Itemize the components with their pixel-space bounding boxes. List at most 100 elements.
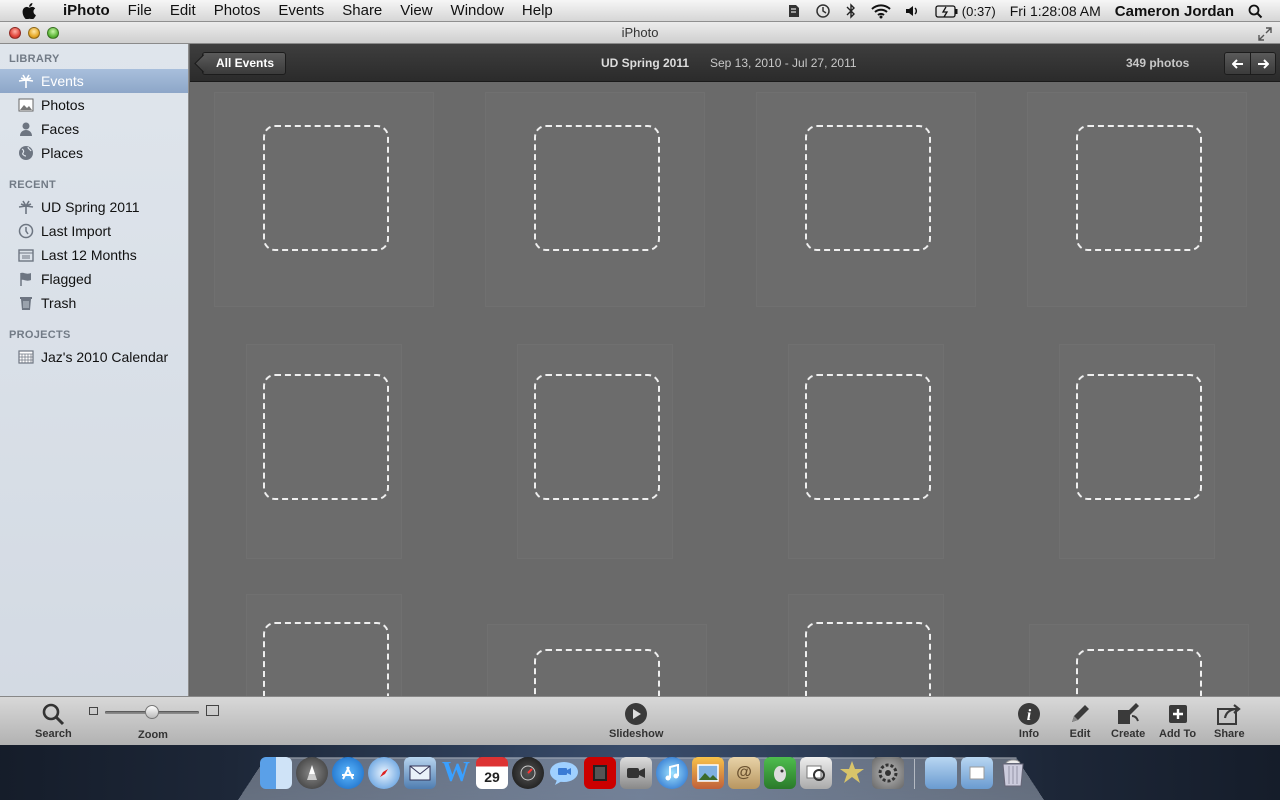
zoom-knob[interactable] (145, 705, 159, 719)
add-to-label: Add To (1159, 728, 1197, 740)
source-list: LIBRARY Events Photos Faces Places RECEN… (0, 44, 189, 696)
all-events-button[interactable]: All Events (202, 52, 287, 75)
previous-event-button[interactable] (1225, 53, 1250, 74)
battery-status[interactable]: (0:37) (928, 0, 1003, 22)
sidebar-item-photos[interactable]: Photos (0, 93, 188, 117)
zoom-small-icon (89, 707, 98, 715)
app-store-icon[interactable] (332, 757, 364, 789)
sidebar-item-last-import[interactable]: Last Import (0, 219, 188, 243)
add-to-button[interactable]: Add To (1159, 701, 1196, 740)
photo-cell[interactable] (1059, 344, 1215, 559)
wifi-icon[interactable] (864, 0, 898, 22)
volume-icon[interactable] (898, 0, 928, 22)
sidebar-item-places[interactable]: Places (0, 141, 188, 165)
photo-cell[interactable] (246, 594, 402, 696)
photo-cell[interactable] (756, 92, 976, 307)
ical-icon[interactable]: 29 (476, 757, 508, 789)
photo-cell[interactable] (517, 344, 673, 559)
sidebar-item-events[interactable]: Events (0, 69, 188, 93)
trash-dock-icon[interactable] (997, 757, 1029, 789)
sidebar-item-jaz-calendar[interactable]: Jaz's 2010 Calendar (0, 345, 188, 369)
bluetooth-icon[interactable] (838, 0, 864, 22)
photo-cell[interactable] (485, 92, 705, 307)
arrow-right-icon (1258, 58, 1269, 69)
photo-cell[interactable] (788, 344, 944, 559)
photo-cell[interactable] (487, 624, 707, 696)
edit-button[interactable]: Edit (1068, 701, 1092, 740)
imovie-icon[interactable] (836, 757, 868, 789)
search-button[interactable]: Search (35, 701, 72, 740)
menu-edit[interactable]: Edit (161, 0, 205, 22)
sidebar-item-last-12-months[interactable]: Last 12 Months (0, 243, 188, 267)
photo-cell[interactable] (246, 344, 402, 559)
menu-window[interactable]: Window (442, 0, 513, 22)
system-preferences-icon[interactable] (872, 757, 904, 789)
menu-view[interactable]: View (391, 0, 441, 22)
photo-placeholder (263, 374, 389, 500)
sidebar-item-faces[interactable]: Faces (0, 117, 188, 141)
evernote-icon[interactable] (764, 757, 796, 789)
zoom-button[interactable] (47, 27, 59, 39)
close-button[interactable] (9, 27, 21, 39)
apple-menu-icon[interactable] (18, 2, 40, 19)
photo-count: 349 photos (1126, 56, 1190, 70)
library-header: LIBRARY (9, 53, 60, 65)
applications-folder-icon[interactable] (925, 757, 957, 789)
edit-label: Edit (1069, 728, 1091, 740)
slideshow-button[interactable]: Slideshow (609, 701, 663, 740)
svg-text:i: i (1027, 707, 1032, 724)
photo-cell[interactable] (788, 594, 944, 696)
menu-share[interactable]: Share (333, 0, 391, 22)
preview-icon[interactable] (800, 757, 832, 789)
launchpad-icon[interactable] (296, 757, 328, 789)
ichat-icon[interactable] (548, 757, 580, 789)
menu-photos[interactable]: Photos (205, 0, 270, 22)
menu-bar: iPhoto File Edit Photos Events Share Vie… (0, 0, 1280, 22)
create-label: Create (1111, 728, 1146, 740)
menu-file[interactable]: File (119, 0, 161, 22)
palm-tree-icon (16, 72, 36, 90)
photo-cell[interactable] (1029, 624, 1249, 696)
info-button[interactable]: i Info (1017, 701, 1041, 740)
documents-folder-icon[interactable] (961, 757, 993, 789)
event-title: UD Spring 2011 (601, 56, 690, 70)
dashboard-icon[interactable] (512, 757, 544, 789)
create-button[interactable]: Create (1111, 701, 1145, 740)
window-titlebar[interactable]: iPhoto (0, 22, 1280, 44)
recent-header: RECENT (9, 179, 57, 191)
time-machine-icon[interactable] (808, 0, 838, 22)
menu-app-name[interactable]: iPhoto (54, 0, 119, 22)
itunes-icon[interactable] (656, 757, 688, 789)
word-icon[interactable]: W (440, 757, 472, 789)
sidebar-item-label: Photos (41, 97, 85, 113)
share-button[interactable]: Share (1214, 701, 1245, 740)
info-icon: i (1017, 701, 1041, 727)
minimize-button[interactable] (28, 27, 40, 39)
plus-box-icon (1167, 701, 1189, 727)
fullscreen-icon[interactable] (1258, 26, 1272, 41)
sidebar-item-trash[interactable]: Trash (0, 291, 188, 315)
menu-extras: (0:37) Fri 1:28:08 AM Cameron Jordan (778, 0, 1280, 22)
sidebar-item-label: Events (41, 73, 84, 89)
spotlight-icon[interactable] (1241, 0, 1270, 22)
address-book-icon[interactable]: @ (728, 757, 760, 789)
next-event-button[interactable] (1250, 53, 1275, 74)
photo-placeholder (534, 125, 660, 251)
sidebar-item-ud-spring-2011[interactable]: UD Spring 2011 (0, 195, 188, 219)
photo-cell[interactable] (214, 92, 434, 307)
mail-icon[interactable] (404, 757, 436, 789)
finder-icon[interactable] (260, 757, 292, 789)
slideshow-label: Slideshow (609, 728, 664, 740)
evernote-menu-icon[interactable] (778, 0, 808, 22)
menu-events[interactable]: Events (269, 0, 333, 22)
menu-clock[interactable]: Fri 1:28:08 AM (1003, 0, 1108, 22)
photo-cell[interactable] (1027, 92, 1247, 307)
facetime-icon[interactable] (620, 757, 652, 789)
sidebar-item-flagged[interactable]: Flagged (0, 267, 188, 291)
zoom-slider[interactable] (87, 703, 221, 721)
photo-booth-icon[interactable] (584, 757, 616, 789)
safari-icon[interactable] (368, 757, 400, 789)
menu-help[interactable]: Help (513, 0, 562, 22)
menu-user[interactable]: Cameron Jordan (1108, 0, 1241, 22)
iphoto-icon[interactable] (692, 757, 724, 789)
